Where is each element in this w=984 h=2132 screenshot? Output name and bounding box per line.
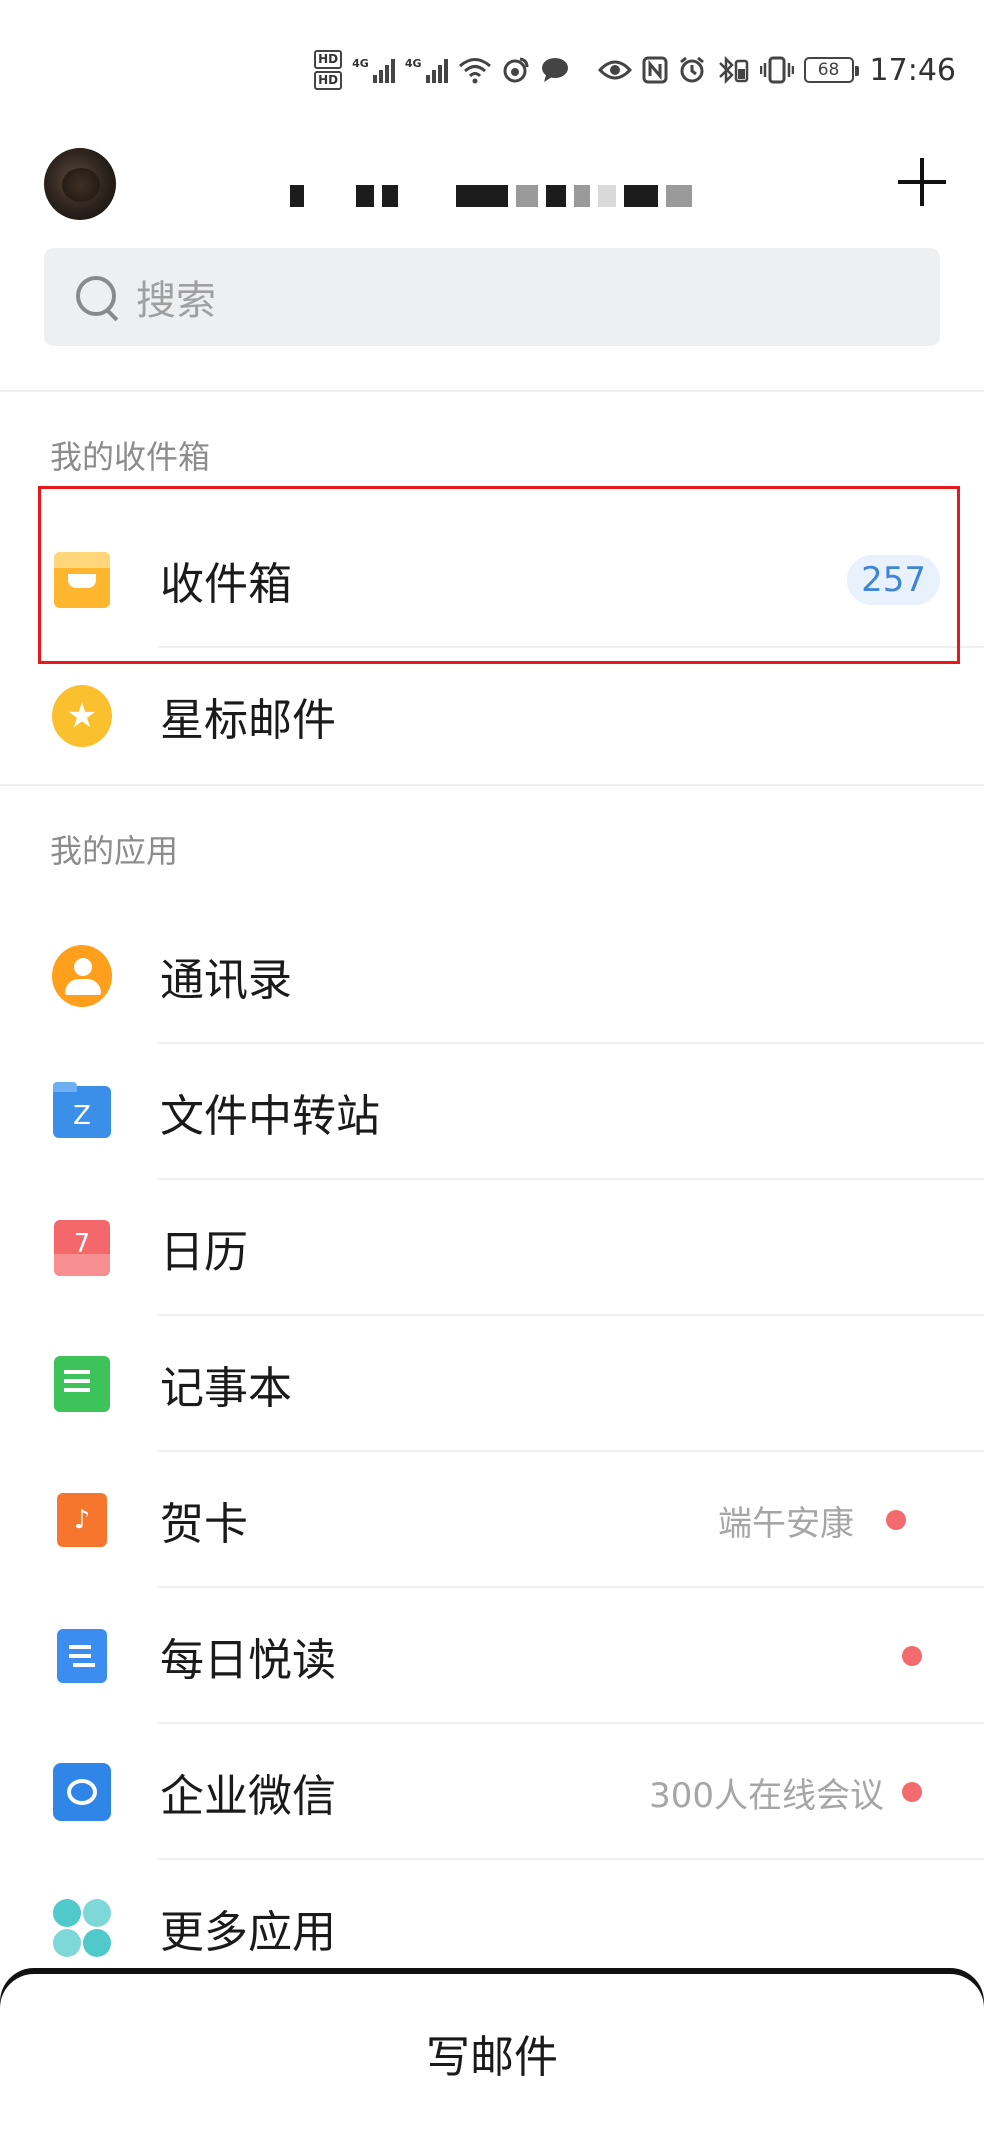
greeting-card-icon: ♪ <box>52 1487 115 1550</box>
clock: 17:46 <box>869 52 956 88</box>
unread-dot <box>902 1646 922 1666</box>
hd-voice-icon: HD HD <box>314 49 343 91</box>
unread-dot <box>886 1510 906 1530</box>
signal-icon: 4G <box>352 57 395 83</box>
battery-level: 68 <box>817 60 840 80</box>
app-label: 通讯录 <box>160 955 292 1006</box>
more-apps-icon <box>52 1898 112 1958</box>
wifi-icon <box>458 53 492 87</box>
network-type: 4G <box>352 57 369 70</box>
app-label: 每日悦读 <box>160 1635 336 1686</box>
search-icon <box>74 274 120 320</box>
app-file-transfer[interactable]: Z 文件中转站 <box>0 1044 984 1180</box>
inbox-icon <box>52 550 112 610</box>
mailbox-label: 星标邮件 <box>160 695 336 746</box>
folder-icon: Z <box>52 1082 112 1142</box>
section-label-mailboxes: 我的收件箱 <box>50 438 211 476</box>
notepad-icon <box>52 1354 116 1414</box>
unread-count-badge: 257 <box>847 555 940 605</box>
section-label-apps: 我的应用 <box>50 832 179 870</box>
app-daily-reading[interactable]: 每日悦读 <box>0 1588 984 1724</box>
search-bar[interactable]: 搜索 <box>44 248 940 346</box>
divider <box>0 390 984 392</box>
app-notepad[interactable]: 记事本 <box>0 1316 984 1452</box>
app-label: 记事本 <box>160 1363 292 1414</box>
mailbox-starred[interactable]: ★ 星标邮件 <box>0 648 984 784</box>
app-label: 企业微信 <box>160 1771 336 1822</box>
wework-icon <box>52 1762 112 1822</box>
app-contacts[interactable]: 通讯录 <box>0 908 984 1044</box>
contacts-icon <box>52 945 112 1007</box>
app-hint: 300人在线会议 <box>649 1775 884 1816</box>
avatar[interactable] <box>44 148 116 220</box>
compose-label: 写邮件 <box>426 2032 558 2083</box>
compose-button[interactable]: 写邮件 <box>0 1974 984 2132</box>
message-icon <box>540 53 570 87</box>
divider <box>0 784 984 786</box>
network-type: 4G <box>404 57 422 70</box>
app-greeting-card[interactable]: ♪ 贺卡 端午安康 <box>0 1452 984 1588</box>
mailbox-inbox[interactable]: 收件箱 257 <box>0 512 984 648</box>
app-label: 贺卡 <box>160 1499 248 1550</box>
mailbox-label: 收件箱 <box>160 559 292 610</box>
daily-reading-icon <box>52 1626 115 1686</box>
hd-label: HD <box>314 50 343 69</box>
eye-icon <box>597 53 632 87</box>
bluetooth-battery-icon <box>716 53 750 87</box>
app-wework[interactable]: 企业微信 300人在线会议 <box>0 1724 984 1860</box>
search-placeholder: 搜索 <box>136 278 216 324</box>
battery-icon: 68 <box>803 57 859 83</box>
add-button[interactable] <box>896 156 948 208</box>
app-label: 日历 <box>160 1227 248 1278</box>
vibrate-icon <box>759 53 794 87</box>
signal-icon: 4G <box>405 57 448 83</box>
app-label: 文件中转站 <box>160 1091 380 1142</box>
app-calendar[interactable]: 7 日历 <box>0 1180 984 1316</box>
nfc-icon <box>642 53 668 87</box>
status-bar: HD HD 4G 4G 68 17:46 <box>0 40 984 100</box>
star-icon: ★ <box>52 685 112 747</box>
hd-label: HD <box>314 71 343 90</box>
account-name-redacted[interactable] <box>290 176 692 216</box>
unread-dot <box>902 1782 922 1802</box>
app-hint: 端午安康 <box>718 1503 854 1544</box>
weibo-icon <box>502 53 530 87</box>
alarm-icon <box>678 53 706 87</box>
calendar-icon: 7 <box>52 1218 112 1278</box>
app-label: 更多应用 <box>160 1907 336 1958</box>
